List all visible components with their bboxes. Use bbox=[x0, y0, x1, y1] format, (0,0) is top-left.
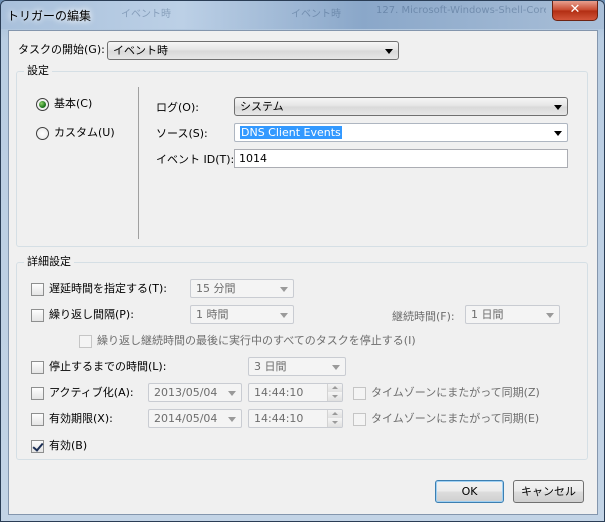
event-id-label: イベント ID(T): bbox=[156, 153, 235, 166]
expire-timezone-label[interactable]: タイムゾーンにまたがって同期(E) bbox=[371, 411, 539, 427]
activate-checkbox[interactable] bbox=[31, 387, 44, 400]
duration-select[interactable]: 1 日間 bbox=[465, 305, 560, 324]
expire-label[interactable]: 有効期限(X): bbox=[49, 411, 113, 427]
delay-value: 15 分間 bbox=[196, 282, 236, 295]
enabled-checkbox[interactable] bbox=[31, 440, 44, 453]
source-value: DNS Client Events bbox=[240, 126, 342, 139]
log-select[interactable]: システム bbox=[234, 97, 568, 116]
custom-radio-label[interactable]: カスタム(U) bbox=[54, 125, 115, 141]
chevron-down-icon bbox=[280, 313, 288, 318]
task-start-label: タスクの開始(G): bbox=[18, 43, 105, 56]
ok-button[interactable]: OK bbox=[435, 480, 504, 503]
close-icon: ✕ bbox=[569, 2, 581, 17]
cancel-button[interactable]: キャンセル bbox=[513, 480, 584, 503]
background-window-text: イベント時 bbox=[291, 9, 341, 20]
stop-after-value: 3 日間 bbox=[254, 360, 287, 373]
delay-select[interactable]: 15 分間 bbox=[190, 279, 294, 298]
spin-up-icon[interactable] bbox=[328, 410, 342, 418]
stop-after-checkbox[interactable] bbox=[31, 361, 44, 374]
window-title: トリガーの編集 bbox=[7, 9, 92, 23]
activate-time-input[interactable]: 14:44:10 bbox=[248, 383, 343, 402]
settings-group-title: 設定 bbox=[24, 64, 52, 78]
activate-time-value: 14:44:10 bbox=[254, 386, 304, 399]
delay-checkbox[interactable] bbox=[31, 283, 44, 296]
basic-radio-label[interactable]: 基本(C) bbox=[54, 96, 92, 112]
spin-down-icon[interactable] bbox=[328, 419, 342, 427]
event-id-input[interactable]: 1014 bbox=[234, 149, 568, 168]
chevron-down-icon bbox=[228, 417, 236, 422]
chevron-down-icon bbox=[546, 313, 554, 318]
custom-radio[interactable] bbox=[36, 127, 49, 140]
expire-time-input[interactable]: 14:44:10 bbox=[248, 409, 343, 428]
title-bar[interactable]: イベント時 イベント時 127. Microsoft-Windows-Shell… bbox=[1, 1, 604, 29]
duration-label: 継続時間(F): bbox=[392, 310, 455, 323]
expire-checkbox[interactable] bbox=[31, 413, 44, 426]
chevron-down-icon bbox=[554, 131, 562, 136]
stop-after-label[interactable]: 停止するまでの時間(L): bbox=[49, 359, 166, 375]
time-spinner[interactable] bbox=[327, 384, 342, 401]
source-combobox[interactable]: DNS Client Events bbox=[234, 123, 568, 142]
activate-label[interactable]: アクティブ化(A): bbox=[49, 385, 134, 401]
stop-after-select[interactable]: 3 日間 bbox=[248, 357, 346, 376]
settings-divider bbox=[138, 87, 139, 239]
close-button[interactable]: ✕ bbox=[552, 1, 598, 21]
activate-timezone-label[interactable]: タイムゾーンにまたがって同期(Z) bbox=[371, 385, 540, 401]
stop-running-checkbox[interactable] bbox=[79, 335, 92, 348]
log-label: ログ(O): bbox=[156, 101, 199, 114]
advanced-group-title: 詳細設定 bbox=[24, 255, 74, 269]
time-spinner[interactable] bbox=[327, 410, 342, 427]
source-label: ソース(S): bbox=[156, 127, 208, 140]
expire-date-value: 2014/05/04 bbox=[154, 412, 218, 425]
background-window-text: イベント時 bbox=[121, 9, 171, 20]
expire-time-value: 14:44:10 bbox=[254, 412, 304, 425]
background-window-text: 127. Microsoft-Windows-Shell-Core bbox=[376, 5, 546, 16]
delay-label[interactable]: 遅延時間を指定する(T): bbox=[49, 281, 167, 297]
event-id-value: 1014 bbox=[239, 152, 267, 165]
repeat-label[interactable]: 繰り返し間隔(P): bbox=[49, 307, 134, 323]
activate-date-picker[interactable]: 2013/05/04 bbox=[148, 383, 242, 402]
task-start-value: イベント時 bbox=[113, 44, 168, 57]
activate-timezone-checkbox[interactable] bbox=[353, 387, 366, 400]
task-start-select[interactable]: イベント時 bbox=[107, 41, 399, 60]
duration-value: 1 日間 bbox=[471, 308, 504, 321]
expire-date-picker[interactable]: 2014/05/04 bbox=[148, 409, 242, 428]
repeat-select[interactable]: 1 時間 bbox=[190, 305, 294, 324]
chevron-down-icon bbox=[228, 391, 236, 396]
chevron-down-icon bbox=[280, 287, 288, 292]
spin-up-icon[interactable] bbox=[328, 384, 342, 392]
basic-radio[interactable] bbox=[36, 98, 49, 111]
enabled-label[interactable]: 有効(B) bbox=[49, 438, 87, 454]
chevron-down-icon bbox=[385, 49, 393, 54]
dialog-client-area: タスクの開始(G): イベント時 設定 基本(C) カスタム(U) ログ(O):… bbox=[8, 30, 598, 515]
expire-timezone-checkbox[interactable] bbox=[353, 413, 366, 426]
activate-date-value: 2013/05/04 bbox=[154, 386, 218, 399]
log-value: システム bbox=[240, 100, 284, 113]
trigger-edit-dialog: イベント時 イベント時 127. Microsoft-Windows-Shell… bbox=[0, 0, 605, 522]
chevron-down-icon bbox=[554, 105, 562, 110]
repeat-value: 1 時間 bbox=[196, 308, 229, 321]
repeat-checkbox[interactable] bbox=[31, 309, 44, 322]
spin-down-icon[interactable] bbox=[328, 393, 342, 401]
stop-running-label[interactable]: 繰り返し継続時間の最後に実行中のすべてのタスクを停止する(I) bbox=[97, 333, 416, 349]
chevron-down-icon bbox=[332, 365, 340, 370]
